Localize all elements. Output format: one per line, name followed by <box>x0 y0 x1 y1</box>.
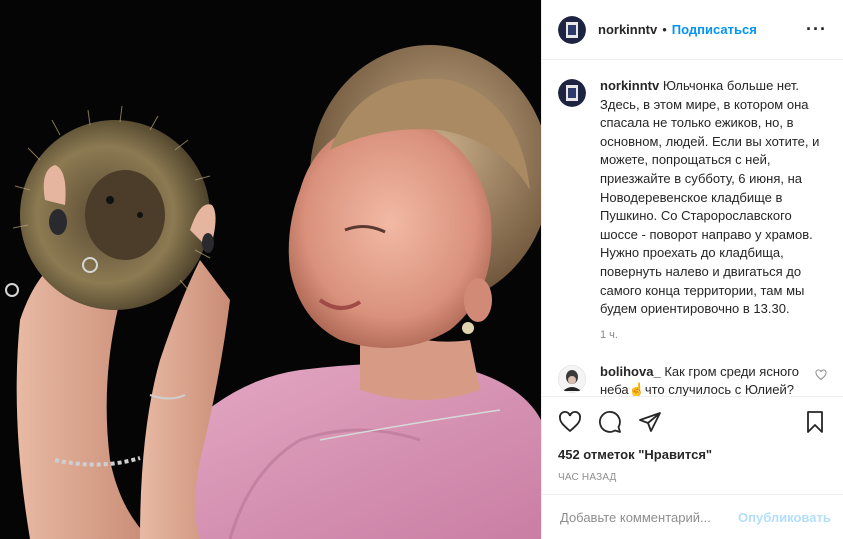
caption-avatar[interactable] <box>558 79 586 107</box>
likes-count[interactable]: 452 отметок "Нравится" <box>558 447 827 462</box>
photo-illustration <box>0 0 541 539</box>
comment-text-after: что случилось с Юлией? <box>644 382 794 396</box>
share-paper-plane-icon[interactable] <box>638 410 662 434</box>
like-heart-icon[interactable] <box>558 410 582 434</box>
post-header: norkinntv • Подписаться ··· <box>542 0 843 60</box>
bookmark-icon[interactable] <box>803 410 827 434</box>
commenter-username[interactable]: bolihova_ <box>600 364 661 379</box>
caption-time: 1 ч. <box>600 328 618 341</box>
separator-dot: • <box>662 22 667 37</box>
publish-button[interactable]: Опубликовать <box>738 510 831 525</box>
post-container: norkinntv • Подписаться ··· norkinntv Юл… <box>0 0 843 539</box>
commenter-avatar[interactable] <box>558 364 586 393</box>
caption-text: Юльчонка больше нет. Здесь, в этом мире,… <box>600 78 820 317</box>
follow-button[interactable]: Подписаться <box>672 22 757 37</box>
post-timestamp: час назад <box>558 472 617 483</box>
comments-area[interactable]: norkinntv Юльчонка больше нет. Здесь, в … <box>542 61 843 396</box>
comment-item: bolihova_ Как гром среди ясного неба☝что… <box>558 363 827 396</box>
post-actions: 452 отметок "Нравится" час назад <box>542 396 843 508</box>
action-icons-row <box>558 407 827 437</box>
caption: norkinntv Юльчонка больше нет. Здесь, в … <box>558 77 827 319</box>
post-side-panel: norkinntv • Подписаться ··· norkinntv Юл… <box>541 0 843 539</box>
more-options-icon[interactable]: ··· <box>806 19 827 40</box>
caption-username[interactable]: norkinntv <box>600 78 659 93</box>
author-avatar[interactable] <box>558 15 586 44</box>
caption-text-block: norkinntv Юльчонка больше нет. Здесь, в … <box>600 77 827 319</box>
add-comment-input[interactable] <box>558 508 738 526</box>
add-comment-bar: Опубликовать <box>542 494 843 539</box>
post-photo[interactable] <box>0 0 541 539</box>
comment-like-heart-icon[interactable] <box>815 369 827 381</box>
author-username[interactable]: norkinntv <box>598 22 657 37</box>
comment-bubble-icon[interactable] <box>598 410 622 434</box>
comment-text-block: bolihova_ Как гром среди ясного неба☝что… <box>600 363 827 396</box>
pointing-hand-emoji: ☝ <box>628 382 645 396</box>
